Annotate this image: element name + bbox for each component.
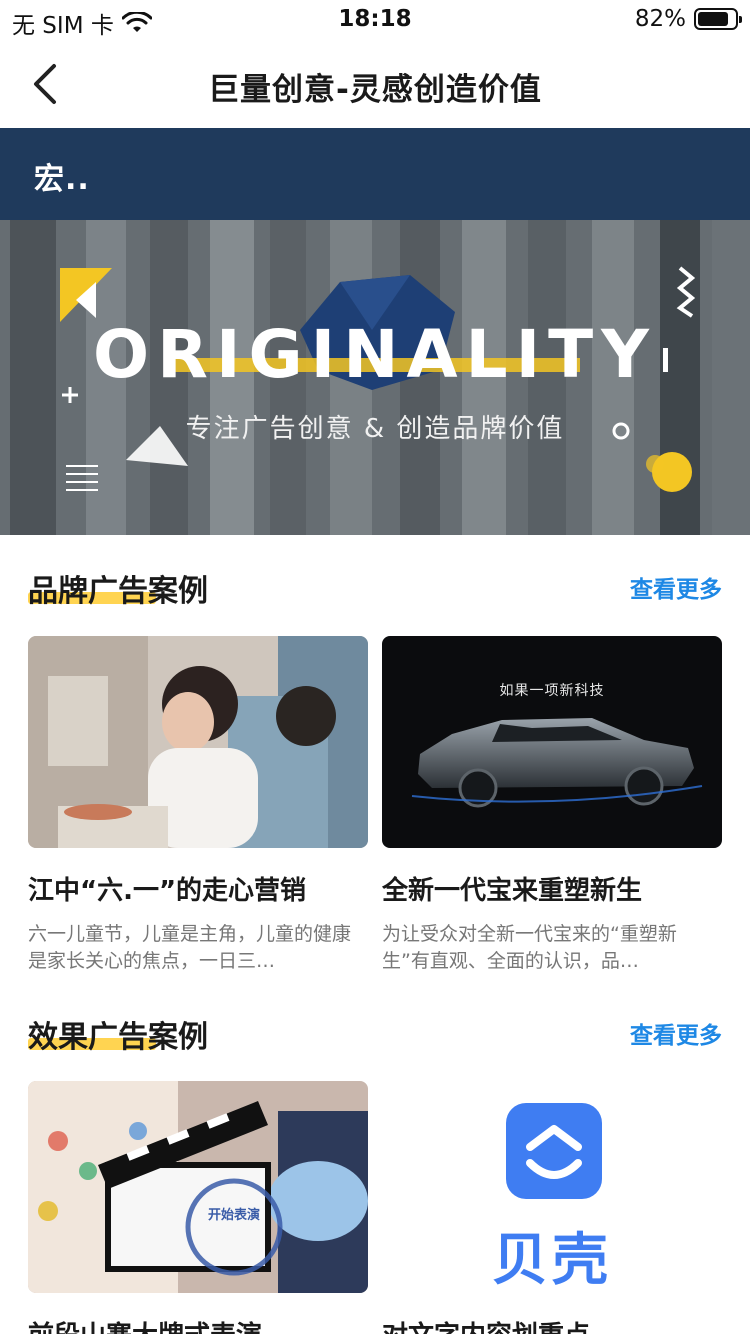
hero-decorations: [60, 266, 696, 492]
page-title: 巨量创意-灵感创造价值: [208, 72, 542, 108]
status-bar: 无 SIM 卡 18:18 82%: [0, 0, 750, 40]
view-more-performance-link[interactable]: 查看更多: [630, 1016, 722, 1050]
header-band: 宏..: [0, 128, 750, 220]
case-image-car: 如果一项新科技: [382, 636, 722, 848]
performance-cases-header: 效果广告案例 查看更多: [28, 1006, 722, 1056]
case-image-caption: 如果一项新科技: [499, 683, 605, 699]
case-title: 对文字内容划重点: [382, 1315, 722, 1334]
section-title-performance: 效果广告案例: [28, 1020, 208, 1055]
nav-bar: 巨量创意-灵感创造价值: [0, 40, 750, 128]
hero-banner[interactable]: ORIGINALITY 专注广告创意 & 创造品牌价值: [0, 220, 750, 535]
section-title-brand: 品牌广告案例: [28, 574, 208, 609]
case-image-beike-logo: 贝壳: [382, 1081, 722, 1293]
case-title: 全新一代宝来重塑新生: [382, 876, 643, 906]
case-title: 前段山寨大牌式表演: [28, 1315, 368, 1334]
battery-fill: [698, 12, 728, 26]
battery-icon: [694, 8, 742, 30]
case-card-bora[interactable]: 如果一项新科技 全新一代宝来重塑新生 为让受众对全新一代宝来的“重塑新生”有直观…: [382, 636, 722, 975]
battery-status: 82%: [634, 6, 742, 32]
brand-cases-header: 品牌广告案例 查看更多: [28, 560, 722, 610]
beike-logo-text: 贝壳: [492, 1228, 612, 1293]
case-description: 为让受众对全新一代宝来的“重塑新生”有直观、全面的认识，品…: [382, 923, 677, 972]
battery-percent: 82%: [634, 6, 686, 32]
case-card-jiangzhong[interactable]: 江中“六.一”的走心营销 六一儿童节，儿童是主角，儿童的健康是家长关心的焦点，一…: [28, 636, 368, 975]
case-card-performance-1[interactable]: 开始表演 前段山寨大牌式表演: [28, 1081, 368, 1334]
view-more-brand-link[interactable]: 查看更多: [630, 570, 722, 604]
stamp-text: 开始表演: [207, 1208, 260, 1223]
header-text: 宏..: [34, 162, 90, 197]
case-title: 江中“六.一”的走心营销: [28, 876, 307, 906]
case-image-clapper: 开始表演: [28, 1081, 368, 1293]
case-image-child: [28, 636, 368, 848]
case-card-performance-2[interactable]: 贝壳 对文字内容划重点: [382, 1081, 722, 1334]
case-description: 六一儿童节，儿童是主角，儿童的健康是家长关心的焦点，一日三…: [28, 923, 352, 972]
